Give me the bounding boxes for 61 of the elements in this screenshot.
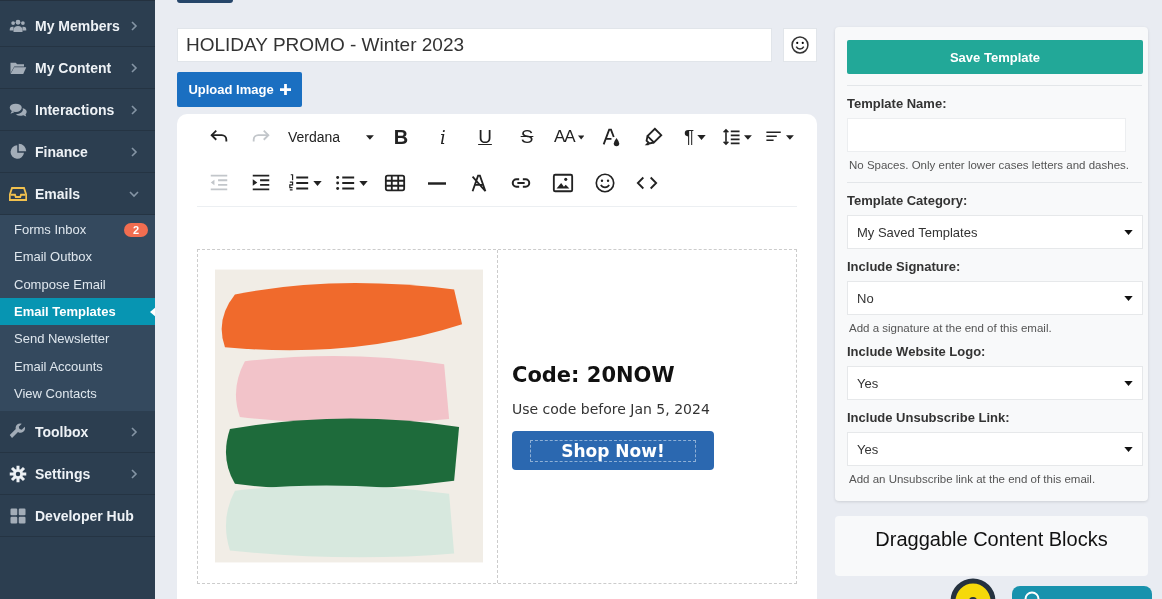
image-icon [552, 172, 574, 194]
text-color-icon [600, 126, 622, 148]
select-field[interactable]: Yes [847, 432, 1143, 466]
caret-icon [1124, 380, 1133, 386]
count-badge: 2 [123, 222, 148, 237]
submenu-item[interactable]: View Contacts [0, 379, 155, 408]
size-button[interactable]: AA [551, 121, 587, 153]
numbered-list-icon [288, 172, 310, 194]
field-label: Include Signature: [847, 259, 962, 274]
submenu-item[interactable]: Email Accounts [0, 352, 155, 380]
submenu-item[interactable]: Email Templates [0, 297, 155, 326]
field-label: Include Unsubscribe Link: [847, 410, 1011, 425]
field-label: Include Website Logo: [847, 344, 987, 359]
sidebar-item[interactable]: My Content [0, 47, 155, 89]
help-text: Add a signature at the end of this email. [848, 322, 1053, 334]
sidebar-item[interactable]: Toolbox [0, 411, 155, 454]
emoji-icon [594, 172, 616, 194]
promo-heading: Code: 20NOW [512, 363, 676, 387]
gear-icon [9, 464, 27, 483]
pointer-icon [150, 305, 155, 318]
caret-icon [1124, 295, 1133, 301]
bold-button[interactable]: B [383, 121, 419, 153]
select-field[interactable]: My Saved Templates [847, 215, 1143, 249]
select-field[interactable]: Yes [847, 366, 1143, 400]
subject-field[interactable]: HOLIDAY PROMO - Winter 2023 [177, 28, 772, 62]
line-height-icon [722, 126, 742, 148]
submenu-item[interactable]: Compose Email [0, 270, 155, 298]
emoji-button[interactable] [783, 28, 817, 62]
sidebar-item[interactable]: Settings [0, 453, 155, 496]
sidebar-item[interactable]: My Members [0, 5, 155, 47]
sidebar-item[interactable]: Finance [0, 131, 155, 173]
grid-icon [9, 506, 27, 525]
help-text: No Spaces. Only enter lower cases letters and dashes. [848, 159, 1130, 171]
italic-button[interactable]: i [425, 121, 461, 153]
submenu-item[interactable]: Send Newsletter [0, 325, 155, 353]
paragraph-button[interactable]: ¶ [677, 121, 713, 153]
field-label: Template Category: [847, 193, 969, 208]
font-select[interactable]: Verdana [285, 121, 377, 153]
sidebar-item[interactable]: Developer Hub [0, 495, 155, 538]
submenu-item[interactable]: Forms Inbox 2 [0, 216, 155, 244]
underline-button[interactable]: U [467, 121, 503, 153]
caret-icon [1124, 229, 1133, 235]
promo-text: Use code before Jan 5, 2024 [512, 401, 711, 417]
strike-button[interactable]: S [509, 121, 545, 153]
wrench-icon [9, 422, 27, 441]
horizontal-line-icon [428, 181, 446, 185]
submenu-item[interactable]: Email Outbox [0, 243, 155, 271]
sidebar-item[interactable]: Interactions [0, 89, 155, 131]
caret-icon [1124, 446, 1133, 452]
cut-off-button[interactable] [177, 0, 233, 3]
emoji-icon [790, 35, 810, 55]
field-label: Template Name: [847, 96, 948, 111]
pie-chart-icon [9, 142, 27, 161]
table-icon [384, 172, 406, 194]
panel-title: Draggable Content Blocks [875, 528, 1108, 552]
upload-image-button[interactable]: Upload Image [177, 72, 302, 107]
inbox-icon [9, 184, 27, 203]
shop-now-button[interactable]: Shop Now! [512, 431, 714, 470]
help-text: Add an Unsubscribe link at the end of this email. [848, 473, 1097, 485]
plus-icon [279, 84, 291, 95]
select-field[interactable]: No [847, 281, 1143, 315]
